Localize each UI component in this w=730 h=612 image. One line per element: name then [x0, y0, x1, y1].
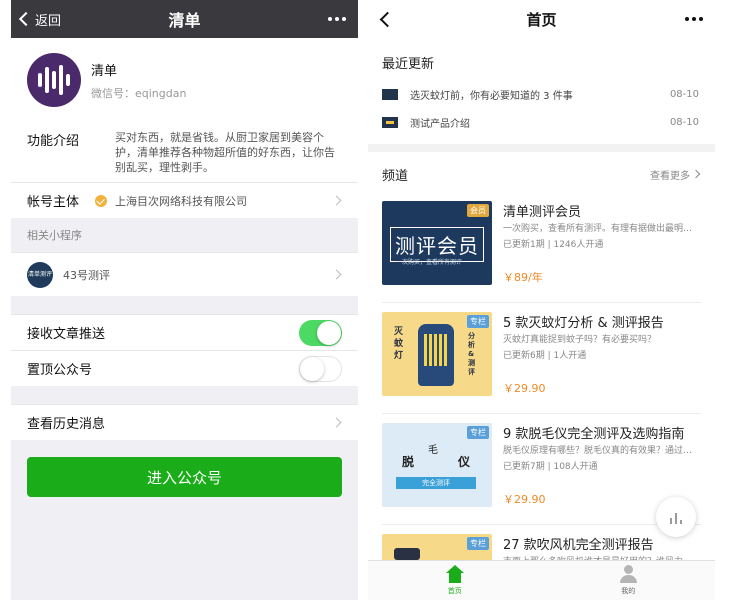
thumbnail-text: 分析&测评	[468, 332, 475, 376]
tab-me-label: 我的	[621, 587, 636, 595]
card-title: 9 款脱毛仪完全测评及选购指南	[503, 427, 685, 442]
thumbnail-text: 仪	[458, 455, 471, 469]
card-description: 脱毛仪原理有哪些？脱毛仪真的有效果？通过…	[503, 446, 693, 456]
verified-icon	[95, 194, 107, 207]
back-button[interactable]	[379, 11, 396, 28]
card-title: 清单测评会员	[503, 205, 582, 220]
pin-top-row: 置顶公众号	[11, 350, 358, 386]
pin-top-toggle[interactable]	[299, 355, 342, 382]
more-menu-button[interactable]	[685, 0, 703, 38]
pin-top-label: 置顶公众号	[27, 363, 93, 378]
thumbnail-text: 毛	[428, 445, 438, 456]
intro-row: 功能介绍 买对东西，就是省钱。从厨卫家居到美容个护，清单推荐各种物超所值的好东西…	[11, 122, 358, 182]
channel-card[interactable]: 专栏 灭蚊灯 分析&测评 5 款灭蚊灯分析 & 测评报告 灭蚊灯真能捉到蚊子吗？…	[368, 303, 715, 413]
article-thumb-icon	[382, 88, 398, 100]
see-more-link[interactable]: 查看更多	[650, 167, 701, 182]
chevron-left-icon	[18, 11, 34, 27]
recent-item[interactable]: 测试产品介绍 08-10	[368, 108, 715, 136]
profile-header: 清单 微信号：eqingdan	[11, 38, 358, 122]
see-more-label: 查看更多	[650, 170, 690, 182]
more-dot-icon	[692, 17, 696, 21]
recent-item-date: 08-10	[669, 88, 699, 100]
wechat-id: 微信号：eqingdan	[91, 86, 187, 100]
chevron-right-icon	[331, 417, 342, 428]
mini-program-logo: 清单测评	[27, 261, 53, 288]
channel-title: 频道	[382, 168, 409, 184]
mini-program-home-screen: 首页 最近更新 选灭蚊灯前，你有必要知道的 3 件事 08-10 测试产品介绍 …	[368, 0, 715, 600]
more-menu-button[interactable]	[328, 0, 346, 38]
more-dot-icon	[342, 17, 346, 21]
more-dot-icon	[328, 17, 332, 21]
nav-bar: 返回 清单	[11, 0, 358, 38]
mosquito-lamp-icon	[418, 324, 454, 386]
mini-programs-header: 相关小程序	[27, 229, 82, 242]
tab-me[interactable]: 我的	[542, 561, 716, 600]
channel-card[interactable]: 会员 测评会员 一次购买，查看所有测评 清单测评会员 一次购买，查看所有测评。有…	[368, 192, 715, 302]
intro-label: 功能介绍	[27, 134, 80, 149]
card-title: 5 款灭蚊灯分析 & 测评报告	[503, 316, 664, 331]
back-label: 返回	[35, 13, 62, 29]
mini-program-row[interactable]: 清单测评 43号测评	[11, 252, 358, 296]
more-dot-icon	[685, 17, 689, 21]
recent-updates-header: 最近更新	[382, 57, 435, 72]
avatar	[27, 53, 81, 107]
channel-header: 频道 查看更多	[368, 156, 715, 192]
card-description: 一次购买，查看所有测评。有理有据做出最明…	[503, 224, 693, 234]
article-thumb-icon	[382, 116, 398, 128]
account-entity-value: 上海目次网络科技有限公司	[115, 194, 247, 208]
tab-home[interactable]: 首页	[368, 561, 542, 600]
account-name: 清单	[91, 63, 118, 79]
official-account-profile-screen: 返回 清单 清单 微信号：eqingdan 功能介绍 买对东西，就是省钱。从厨卫…	[11, 0, 358, 600]
recent-item-date: 08-10	[669, 116, 699, 128]
history-messages-label: 查看历史消息	[27, 417, 106, 432]
receive-push-row: 接收文章推送	[11, 314, 358, 350]
home-icon	[445, 565, 464, 583]
card-tag: 会员	[467, 204, 489, 217]
thumbnail-text: 灭蚊灯	[394, 327, 404, 361]
card-thumbnail: 专栏 脱 毛 仪 完全测评	[382, 423, 492, 507]
card-thumbnail: 专栏 灭蚊灯 分析&测评	[382, 312, 492, 396]
card-title: 27 款吹风机完全测评报告	[503, 538, 654, 553]
card-tag: 专栏	[467, 426, 489, 439]
card-price: ￥29.90	[503, 382, 546, 395]
recent-item-title: 测试产品介绍	[410, 118, 470, 130]
thumbnail-subtitle: 一次购买，查看所有测评	[396, 259, 463, 266]
card-description: 灭蚊灯真能捉到蚊子吗？有必要买吗？	[503, 335, 657, 345]
history-messages-row[interactable]: 查看历史消息	[11, 404, 358, 440]
account-entity-label: 帐号主体	[27, 195, 80, 210]
receive-push-toggle[interactable]	[299, 319, 342, 346]
tab-home-label: 首页	[447, 587, 462, 595]
intro-text: 买对东西，就是省钱。从厨卫家居到美容个护，清单推荐各种物超所值的好东西，让你告别…	[115, 131, 335, 174]
hair-dryer-icon	[394, 548, 420, 560]
stats-float-button[interactable]	[656, 497, 696, 537]
page-title: 清单	[168, 11, 201, 30]
chevron-right-icon	[691, 169, 701, 179]
card-price: ￥89/年	[503, 271, 543, 284]
card-tag: 专栏	[467, 315, 489, 328]
thumbnail-band: 完全测评	[396, 477, 476, 489]
nav-bar: 首页	[368, 0, 715, 38]
more-dot-icon	[335, 17, 339, 21]
mini-program-name: 43号测评	[63, 268, 110, 282]
account-entity-row[interactable]: 帐号主体 上海目次网络科技有限公司	[11, 182, 358, 218]
card-meta: 已更新1期 | 1246人开通	[503, 240, 604, 250]
receive-push-label: 接收文章推送	[27, 327, 106, 342]
card-meta: 已更新6期 | 1人开通	[503, 351, 587, 361]
user-icon	[619, 565, 638, 583]
recent-item-title: 选灭蚊灯前，你有必要知道的 3 件事	[410, 90, 573, 102]
enter-account-button[interactable]: 进入公众号	[27, 457, 342, 497]
tab-bar: 首页 我的	[368, 560, 715, 600]
card-tag: 专栏	[467, 537, 489, 550]
more-dot-icon	[699, 17, 703, 21]
card-meta: 已更新7期 | 108人开通	[503, 462, 598, 472]
chevron-right-icon	[331, 195, 342, 206]
thumbnail-text: 脱	[402, 455, 415, 469]
page-title: 首页	[526, 10, 557, 29]
chevron-right-icon	[331, 269, 342, 280]
back-button[interactable]: 返回	[18, 0, 62, 38]
recent-item[interactable]: 选灭蚊灯前，你有必要知道的 3 件事 08-10	[368, 80, 715, 108]
card-thumbnail: 会员 测评会员 一次购买，查看所有测评	[382, 201, 492, 285]
